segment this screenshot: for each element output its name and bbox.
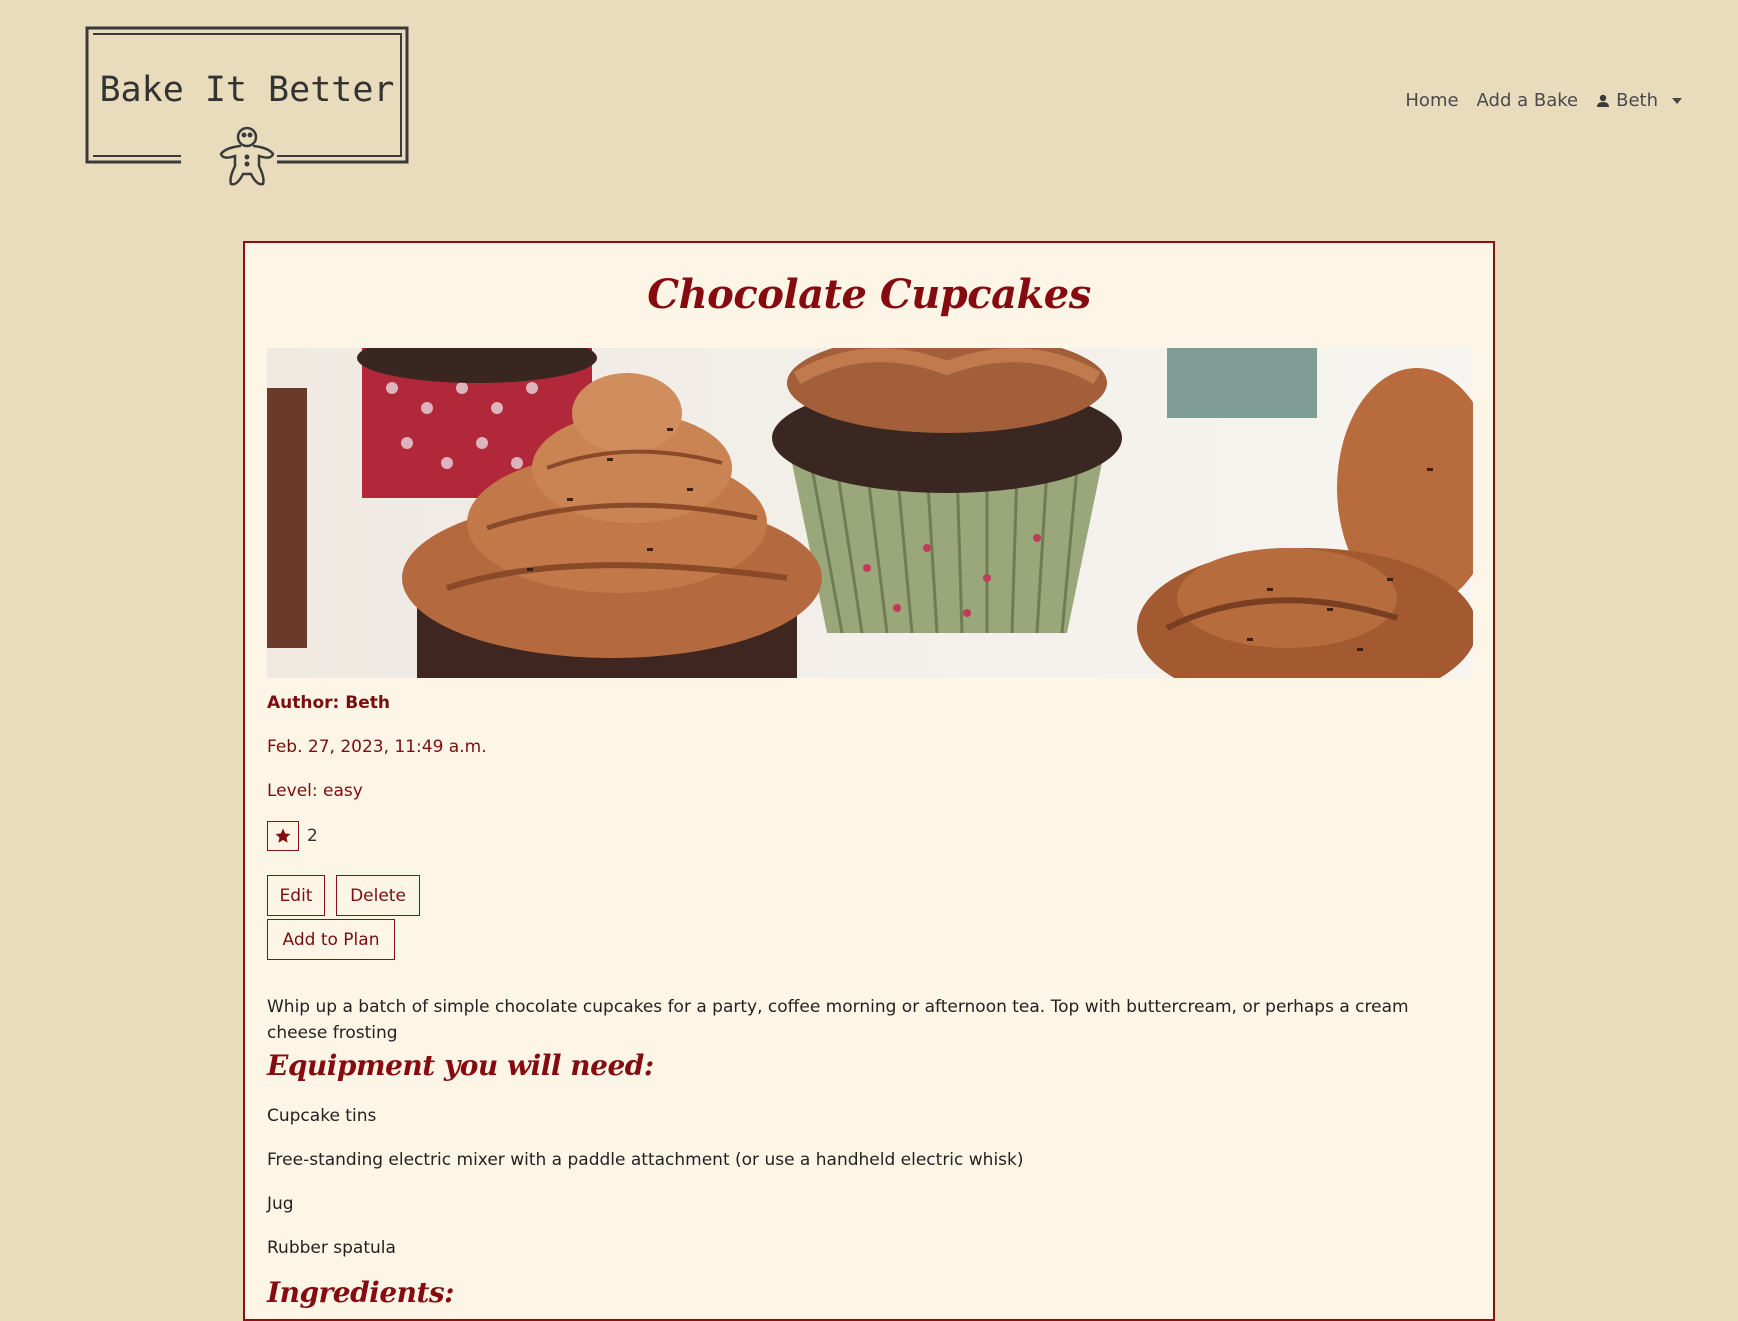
site-logo[interactable]: Bake It Better [85,26,409,186]
delete-button[interactable]: Delete [336,875,420,916]
edit-button[interactable]: Edit [267,875,325,916]
main-nav: Home Add a Bake Beth [1405,90,1682,111]
nav-home-link[interactable]: Home [1405,90,1458,111]
brand-name: Bake It Better [99,70,395,110]
user-name: Beth [1616,90,1658,111]
like-row: 2 [267,821,318,851]
like-count: 2 [307,826,318,846]
recipe-description: Whip up a batch of simple chocolate cupc… [267,997,1409,1043]
list-item: Cupcake tins [267,1106,377,1126]
ingredients-heading: Ingredients: [267,1276,455,1309]
star-icon [275,828,291,843]
recipe-author: Author: Beth [267,693,390,713]
recipe-card: Chocolate Cupcakes Author: Beth Feb. 27,… [243,241,1495,1321]
recipe-level: Level: easy [267,781,363,801]
list-item: Rubber spatula [267,1238,396,1258]
chevron-down-icon [1672,97,1682,104]
like-button[interactable] [267,821,299,851]
user-icon [1597,94,1610,107]
recipe-date: Feb. 27, 2023, 11:49 a.m. [267,737,487,757]
list-item: Free-standing electric mixer with a padd… [267,1150,1024,1170]
equipment-heading: Equipment you will need: [267,1049,654,1082]
add-to-plan-button[interactable]: Add to Plan [267,919,395,960]
user-menu-dropdown[interactable]: Beth [1596,90,1682,111]
list-item: Jug [267,1194,294,1214]
recipe-image [267,348,1473,678]
cupcakes-photo [267,348,1473,678]
recipe-title: Chocolate Cupcakes [647,271,1091,318]
equipment-list: Cupcake tins Free-standing electric mixe… [267,1103,1024,1279]
nav-add-bake-link[interactable]: Add a Bake [1477,90,1579,111]
